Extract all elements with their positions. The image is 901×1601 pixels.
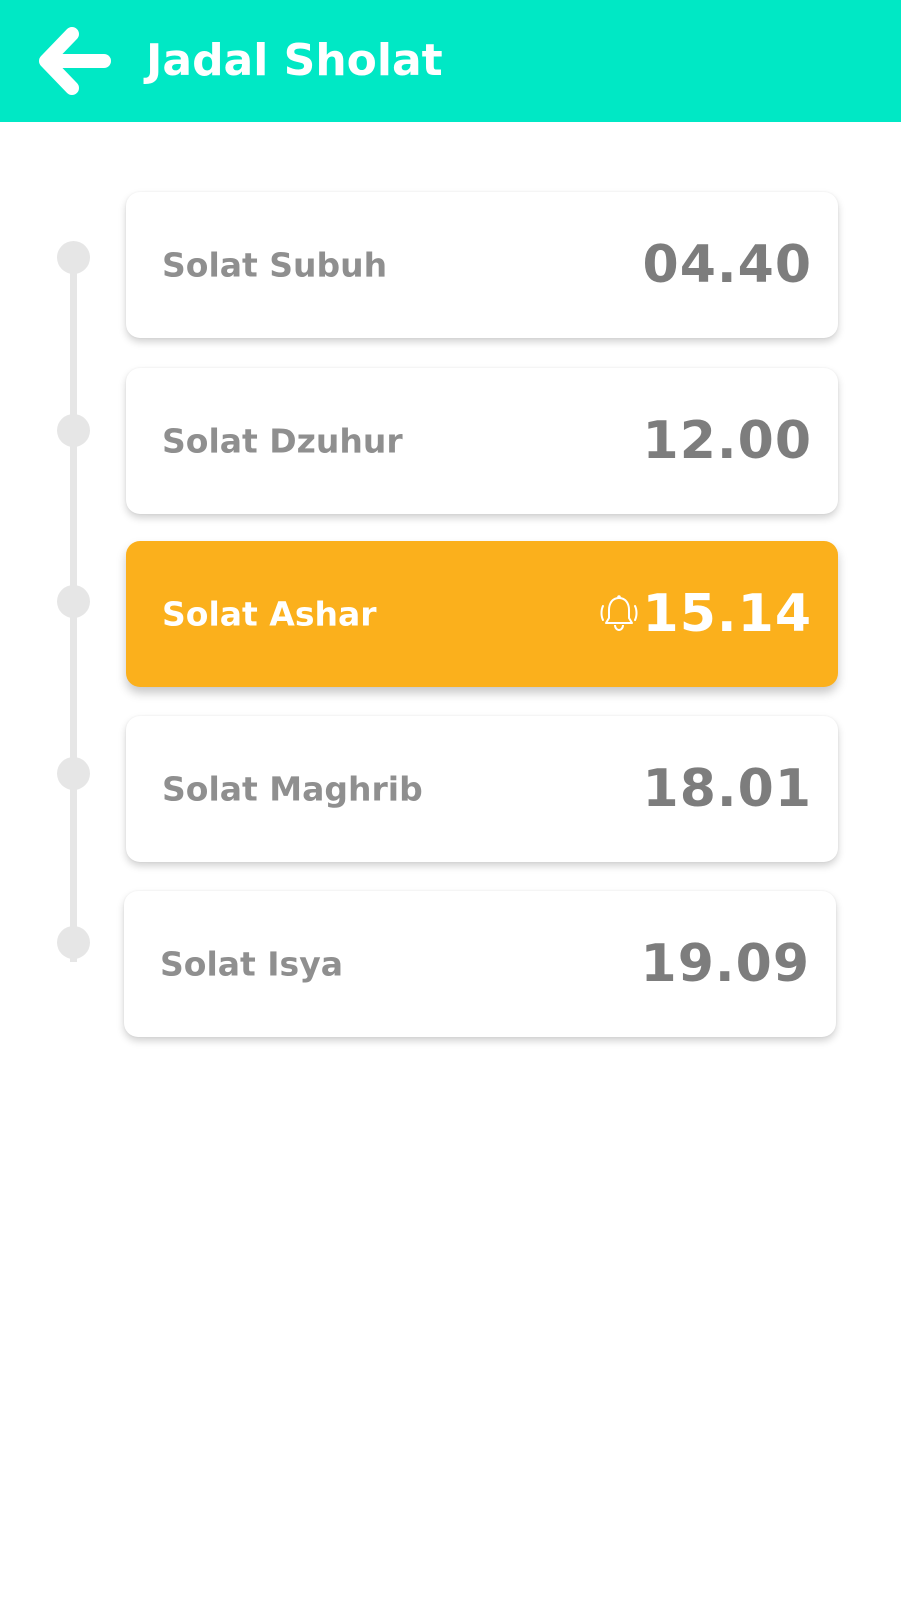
prayer-name: Solat Maghrib <box>162 769 423 809</box>
app-screen: Jadal Sholat Solat Subuh 04.40 Solat Dzu… <box>0 0 901 1601</box>
prayer-card-subuh[interactable]: Solat Subuh 04.40 <box>126 192 838 338</box>
prayer-name: Solat Dzuhur <box>162 421 403 461</box>
timeline-dot <box>57 585 90 618</box>
prayer-card-maghrib[interactable]: Solat Maghrib 18.01 <box>126 716 838 862</box>
prayer-card-ashar[interactable]: Solat Ashar 15.14 <box>126 541 838 687</box>
prayer-time: 15.14 <box>642 584 812 644</box>
prayer-time: 19.09 <box>640 934 810 994</box>
prayer-time: 12.00 <box>642 411 812 471</box>
prayer-card-isya[interactable]: Solat Isya 19.09 <box>124 891 836 1037</box>
bell-ringing-icon <box>600 595 638 632</box>
prayer-name: Solat Isya <box>160 944 343 984</box>
prayer-name: Solat Ashar <box>162 594 377 634</box>
timeline-dot <box>57 757 90 790</box>
prayer-time: 04.40 <box>642 235 812 295</box>
arrow-left-icon <box>39 27 111 95</box>
timeline-dot <box>57 414 90 447</box>
app-header: Jadal Sholat <box>0 0 901 122</box>
prayer-card-dzuhur[interactable]: Solat Dzuhur 12.00 <box>126 368 838 514</box>
page-title: Jadal Sholat <box>146 35 443 86</box>
timeline-dot <box>57 241 90 274</box>
prayer-name: Solat Subuh <box>162 245 388 285</box>
timeline-dot <box>57 926 90 959</box>
back-button[interactable] <box>36 26 116 96</box>
prayer-time: 18.01 <box>642 759 812 819</box>
